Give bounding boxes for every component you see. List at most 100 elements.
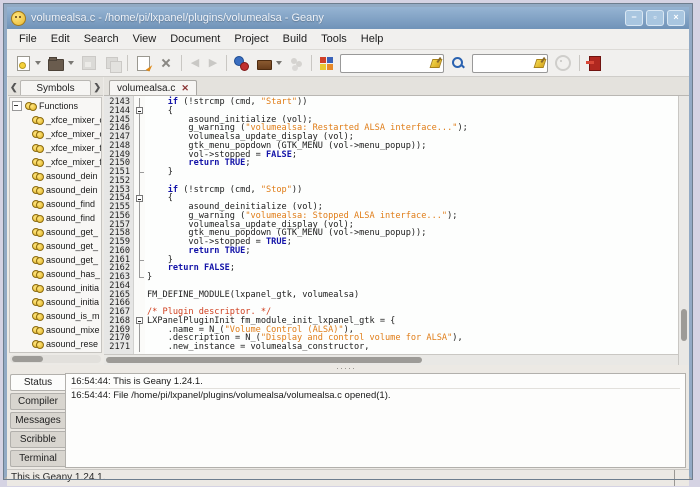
minimize-button[interactable]: − <box>625 10 643 26</box>
panel-splitter[interactable]: ····· <box>7 365 689 371</box>
code-line[interactable]: 2171 .new_instance = volumealsa_construc… <box>104 343 678 352</box>
code-text: return FALSE; <box>145 264 235 273</box>
tab-scribble[interactable]: Scribble <box>10 431 65 448</box>
menu-build[interactable]: Build <box>276 30 314 48</box>
tree-item[interactable]: asound_mixe <box>10 323 101 337</box>
menu-search[interactable]: Search <box>77 30 126 48</box>
tree-item[interactable]: _xfce_mixer_f <box>10 155 101 169</box>
tree-item[interactable]: asound_get_ <box>10 225 101 239</box>
tree-item[interactable]: asound_initia <box>10 295 101 309</box>
tree-item[interactable]: asound_is_m <box>10 309 101 323</box>
splitter-grip-icon: ····· <box>336 366 356 370</box>
fold-margin <box>134 291 145 300</box>
dropdown-caret-icon[interactable] <box>35 61 41 65</box>
tree-item[interactable]: _xfce_mixer_c <box>10 127 101 141</box>
menu-file[interactable]: File <box>12 30 44 48</box>
tab-status[interactable]: Status <box>10 374 65 391</box>
menu-edit[interactable]: Edit <box>44 30 77 48</box>
symbol-icon <box>32 284 43 292</box>
code-line[interactable]: 2165FM_DEFINE_MODULE(lxpanel_gtk, volume… <box>104 291 678 300</box>
tree-item[interactable]: asound_rese <box>10 337 101 351</box>
tab-close-icon[interactable]: ✕ <box>181 84 189 93</box>
code-line[interactable]: 2163} <box>104 273 678 282</box>
tree-item[interactable]: asound_dein <box>10 183 101 197</box>
fold-margin[interactable] <box>134 317 145 326</box>
dropdown-caret-icon[interactable] <box>68 61 74 65</box>
toolbar-separator <box>226 55 227 71</box>
goto-input[interactable] <box>473 56 533 71</box>
toolbar: ◀▶ <box>7 50 689 77</box>
code-line[interactable]: 2153 if (!strcmp (cmd, "Stop")) <box>104 186 678 195</box>
tree-item[interactable]: asound_initia <box>10 281 101 295</box>
code-line[interactable]: 2143 if (!strcmp (cmd, "Start")) <box>104 98 678 107</box>
build-button[interactable] <box>253 53 285 73</box>
fold-margin <box>134 221 145 230</box>
code-line[interactable]: 2162 return FALSE; <box>104 264 678 273</box>
tree-item[interactable]: asound_find <box>10 197 101 211</box>
tree-item[interactable]: _xfce_mixer_c <box>10 113 101 127</box>
code-line[interactable]: 2151 } <box>104 168 678 177</box>
menu-document[interactable]: Document <box>163 30 227 48</box>
clear-search-icon[interactable] <box>429 57 441 69</box>
tab-terminal[interactable]: Terminal <box>10 450 65 467</box>
fold-margin <box>134 116 145 125</box>
tree-item[interactable]: asound_find <box>10 211 101 225</box>
compile-button[interactable] <box>231 53 253 73</box>
goto-line-icon <box>555 55 571 71</box>
tab-compiler[interactable]: Compiler <box>10 393 65 410</box>
new-button[interactable] <box>12 53 44 73</box>
tab-symbols[interactable]: Symbols <box>20 80 92 95</box>
tree-item-label: asound_rese <box>46 339 98 349</box>
revert-button[interactable] <box>132 53 155 73</box>
clear-goto-icon[interactable] <box>533 57 545 69</box>
tab-messages[interactable]: Messages <box>10 412 65 429</box>
toolbar-separator <box>579 55 580 71</box>
menu-tools[interactable]: Tools <box>314 30 354 48</box>
code-line[interactable]: 2160 return TRUE; <box>104 247 678 256</box>
menu-project[interactable]: Project <box>227 30 275 48</box>
sidebar-hscrollbar[interactable] <box>10 355 101 363</box>
code-text: FM_DEFINE_MODULE(lxpanel_gtk, volumealsa… <box>145 291 359 300</box>
sidebar-tab-scroll-right-icon[interactable]: ❯ <box>91 82 103 95</box>
quit-button[interactable] <box>584 53 606 73</box>
tree-item[interactable]: asound_has_ <box>10 267 101 281</box>
resize-grip[interactable] <box>674 470 689 486</box>
symbol-icon <box>32 200 43 208</box>
compile-icon <box>235 56 249 70</box>
tree-item[interactable]: asound_get_ <box>10 239 101 253</box>
fold-margin[interactable] <box>134 194 145 203</box>
color-chooser-button[interactable] <box>316 53 337 73</box>
menu-view[interactable]: View <box>126 30 164 48</box>
expander-icon[interactable] <box>12 101 22 111</box>
tree-item[interactable]: asound_get_ <box>10 253 101 267</box>
close-document-button[interactable] <box>155 53 177 73</box>
tree-item[interactable]: asound_dein <box>10 169 101 183</box>
search-input[interactable] <box>341 56 429 71</box>
fold-margin[interactable] <box>134 107 145 116</box>
code-view[interactable]: 2143 if (!strcmp (cmd, "Start"))2144 {21… <box>104 96 678 354</box>
tab-volumealsa-c[interactable]: volumealsa.c ✕ <box>109 80 197 95</box>
sidebar-hscrollbar-thumb[interactable] <box>12 356 43 362</box>
close-button[interactable]: × <box>667 10 685 26</box>
title-bar[interactable]: volumealsa.c - /home/pi/lxpanel/plugins/… <box>7 7 689 29</box>
run-button <box>285 53 307 73</box>
tree-item[interactable]: _xfce_mixer_f <box>10 141 101 155</box>
maximize-button[interactable]: ▫ <box>646 10 664 26</box>
code-text: .new_instance = volumealsa_constructor, <box>145 343 369 352</box>
editor-hscrollbar-thumb[interactable] <box>106 357 422 363</box>
sidebar-tab-scroll-left-icon[interactable]: ❮ <box>8 82 20 95</box>
search-button[interactable] <box>447 53 469 73</box>
open-button[interactable] <box>44 53 77 73</box>
editor-vscrollbar-thumb[interactable] <box>681 309 687 341</box>
menu-bar: FileEditSearchViewDocumentProjectBuildTo… <box>7 29 689 50</box>
symbol-icon <box>32 340 43 348</box>
fold-margin <box>134 308 145 317</box>
menu-help[interactable]: Help <box>354 30 391 48</box>
navigate-back-button: ◀ <box>186 53 204 73</box>
tree-item-functions[interactable]: Functions <box>10 99 101 113</box>
editor-vscrollbar[interactable] <box>678 96 689 365</box>
fold-margin <box>134 256 145 265</box>
code-line[interactable]: 2150 return TRUE; <box>104 159 678 168</box>
dropdown-caret-icon[interactable] <box>276 61 282 65</box>
editor-hscrollbar[interactable] <box>104 354 678 365</box>
